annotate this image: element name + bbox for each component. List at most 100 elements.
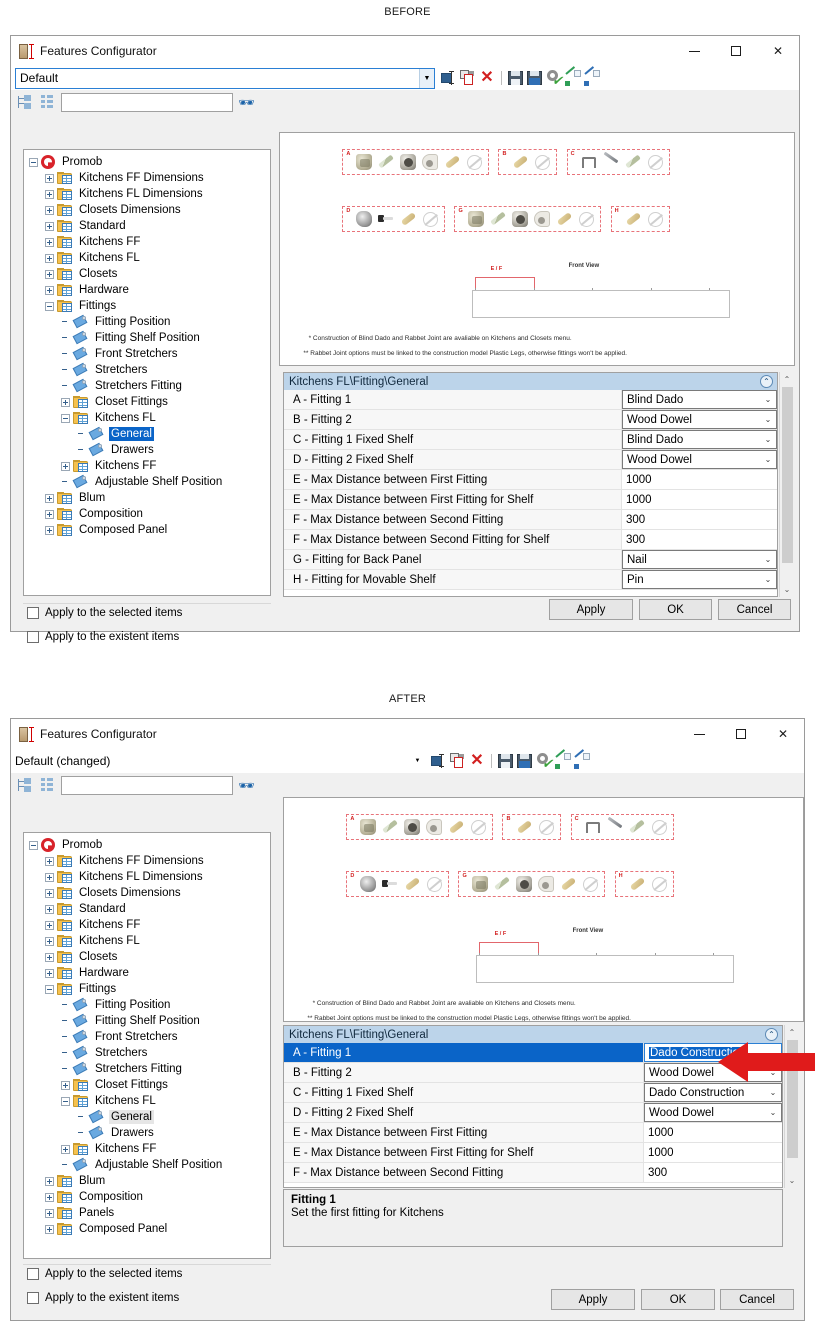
search-input[interactable]	[61, 93, 233, 112]
maximize-button[interactable]	[720, 719, 762, 749]
tree-node[interactable]: Composed Panel	[24, 1221, 270, 1237]
tree-node[interactable]: Kitchens FF	[24, 917, 270, 933]
cancel-button[interactable]: Cancel	[720, 1289, 794, 1310]
tree-node[interactable]: Adjustable Shelf Position	[24, 1157, 270, 1173]
tree-node[interactable]: Kitchens FL	[24, 250, 270, 266]
tree-node[interactable]: Blum	[24, 1173, 270, 1189]
property-value-text[interactable]: 1000	[622, 490, 777, 509]
chevron-down-icon[interactable]: ⌄	[760, 435, 776, 444]
tree-node[interactable]: Hardware	[24, 282, 270, 298]
tree-node[interactable]: Closet Fittings	[24, 394, 270, 410]
expand-node-icon[interactable]	[45, 253, 54, 263]
green-arrow-icon[interactable]	[555, 749, 571, 769]
tree-node[interactable]: Kitchens FF	[24, 234, 270, 250]
configuration-combo-after[interactable]: Default (changed) ▼	[15, 751, 425, 772]
expand-node-icon[interactable]	[45, 936, 54, 946]
expand-node-icon[interactable]	[45, 221, 54, 231]
configuration-combo-before[interactable]: Default ▼	[15, 67, 435, 89]
apply-selected-checkbox-row[interactable]: Apply to the selected items	[27, 1268, 182, 1280]
property-row[interactable]: C - Fitting 1 Fixed Shelf Blind Dado ⌄	[284, 430, 777, 450]
copy-delete-icon[interactable]	[460, 70, 476, 86]
green-arrow-icon[interactable]	[565, 66, 581, 86]
maximize-button[interactable]	[715, 36, 757, 66]
save-as-icon[interactable]	[517, 753, 533, 769]
property-row[interactable]: E - Max Distance between First Fitting 10…	[284, 470, 777, 490]
property-row[interactable]: D - Fitting 2 Fixed Shelf Wood Dowel ⌄	[284, 450, 777, 470]
red-x-icon[interactable]: ✕	[469, 753, 485, 769]
apply-existent-checkbox[interactable]	[27, 631, 39, 643]
binoculars-icon[interactable]: 🕶	[238, 778, 255, 794]
expand-tree-icon[interactable]	[39, 777, 56, 794]
gear-check-icon[interactable]: ✔	[536, 753, 553, 770]
copy-delete-icon[interactable]	[450, 753, 466, 769]
property-grid-after[interactable]: Kitchens FL\Fitting\General ⌃ A - Fitting …	[283, 1025, 783, 1188]
collapse-node-icon[interactable]	[61, 1096, 70, 1106]
property-row[interactable]: D - Fitting 2 Fixed Shelf Wood Dowel ⌄	[284, 1103, 782, 1123]
tree-node[interactable]: Fitting Shelf Position	[24, 330, 270, 346]
expand-node-icon[interactable]	[61, 461, 70, 471]
collapse-node-icon[interactable]	[45, 301, 54, 311]
tree-node[interactable]: Front Stretchers	[24, 1029, 270, 1045]
property-value-combo[interactable]: Nail ⌄	[622, 550, 777, 569]
collapse-node-icon[interactable]	[29, 840, 38, 850]
tree-node[interactable]: Drawers	[24, 1125, 270, 1141]
scroll-track[interactable]	[780, 387, 795, 582]
tree-node[interactable]: Kitchens FL Dimensions	[24, 186, 270, 202]
features-tree-before[interactable]: Promob Kitchens FF Dimensions Kitchens FL …	[23, 149, 271, 596]
collapse-node-icon[interactable]	[45, 984, 54, 994]
tree-node[interactable]: Panels	[24, 1205, 270, 1221]
property-grid-before[interactable]: Kitchens FL\Fitting\General ⌃ A - Fitting …	[283, 372, 778, 597]
expand-node-icon[interactable]	[61, 1144, 70, 1154]
property-row[interactable]: E - Max Distance between First Fitting f…	[284, 1143, 782, 1163]
expand-node-icon[interactable]	[45, 189, 54, 199]
chevron-down-icon[interactable]: ⌄	[765, 1108, 781, 1117]
tree-node[interactable]: Adjustable Shelf Position	[24, 474, 270, 490]
rename-icon[interactable]	[441, 70, 457, 86]
apply-selected-checkbox[interactable]	[27, 607, 39, 619]
expand-node-icon[interactable]	[45, 1176, 54, 1186]
property-row[interactable]: E - Max Distance between First Fitting f…	[284, 490, 777, 510]
scroll-down-arrow[interactable]: ⌄	[785, 1173, 800, 1188]
tree-node[interactable]: Drawers	[24, 442, 270, 458]
expand-node-icon[interactable]	[45, 237, 54, 247]
save-icon[interactable]	[498, 753, 514, 769]
tree-node[interactable]: Fittings	[24, 298, 270, 314]
tree-node[interactable]: General	[24, 426, 270, 442]
blue-arrow-icon[interactable]	[574, 749, 590, 769]
tree-node[interactable]: Kitchens FL	[24, 1093, 270, 1109]
expand-node-icon[interactable]	[45, 1224, 54, 1234]
tree-node[interactable]: Kitchens FL Dimensions	[24, 869, 270, 885]
apply-selected-checkbox[interactable]	[27, 1268, 39, 1280]
property-row[interactable]: G - Fitting for Back Panel Nail ⌄	[284, 550, 777, 570]
expand-node-icon[interactable]	[45, 872, 54, 882]
apply-existent-checkbox-row[interactable]: Apply to the existent items	[27, 1292, 179, 1304]
minimize-button[interactable]	[673, 36, 715, 66]
cancel-button[interactable]: Cancel	[718, 599, 791, 620]
close-button[interactable]: ✕	[762, 719, 804, 749]
chevron-down-icon[interactable]: ⌄	[760, 415, 776, 424]
expand-node-icon[interactable]	[45, 968, 54, 978]
tree-node[interactable]: Standard	[24, 218, 270, 234]
tree-node[interactable]: Standard	[24, 901, 270, 917]
tree-node[interactable]: Kitchens FL	[24, 410, 270, 426]
tree-node[interactable]: Composed Panel	[24, 522, 270, 538]
search-input[interactable]	[61, 776, 233, 795]
expand-node-icon[interactable]	[45, 285, 54, 295]
apply-existent-checkbox[interactable]	[27, 1292, 39, 1304]
property-row[interactable]: F - Max Distance between Second Fitting 3…	[284, 1163, 782, 1183]
tree-node[interactable]: General	[24, 1109, 270, 1125]
tree-node[interactable]: Kitchens FF	[24, 1141, 270, 1157]
tree-node[interactable]: Hardware	[24, 965, 270, 981]
scroll-up-arrow[interactable]: ⌃	[780, 372, 795, 387]
tree-node[interactable]: Composition	[24, 1189, 270, 1205]
ok-button[interactable]: OK	[641, 1289, 715, 1310]
apply-selected-checkbox-row[interactable]: Apply to the selected items	[27, 607, 182, 619]
minimize-button[interactable]	[678, 719, 720, 749]
property-value-combo[interactable]: Blind Dado ⌄	[622, 390, 777, 409]
tree-node[interactable]: Blum	[24, 490, 270, 506]
tree-node[interactable]: Closets Dimensions	[24, 885, 270, 901]
expand-node-icon[interactable]	[61, 397, 70, 407]
expand-node-icon[interactable]	[45, 1192, 54, 1202]
expand-node-icon[interactable]	[45, 205, 54, 215]
property-value-text[interactable]: 1000	[644, 1143, 782, 1162]
